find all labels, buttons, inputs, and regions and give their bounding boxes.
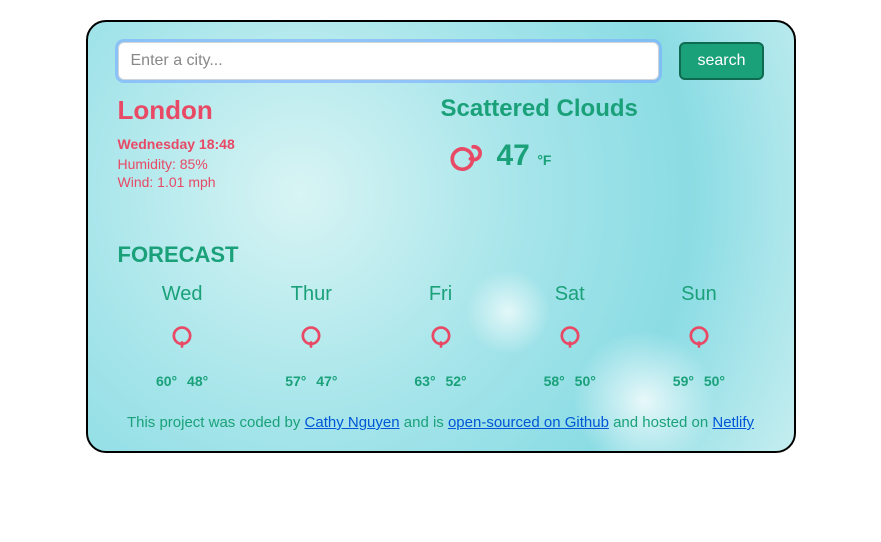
forecast-day-label: Thur bbox=[247, 283, 376, 306]
forecast-day-label: Sat bbox=[505, 283, 634, 306]
current-condition-col: Scattered Clouds 47 °F bbox=[441, 95, 764, 192]
forecast-low: 47° bbox=[316, 373, 337, 389]
humidity-text: Humidity: 85% bbox=[118, 156, 441, 172]
source-link[interactable]: open-sourced on Github bbox=[448, 414, 609, 431]
city-search-input[interactable] bbox=[118, 42, 660, 80]
current-temp-row: 47 °F bbox=[441, 133, 764, 179]
footer-text: and hosted on bbox=[613, 414, 712, 431]
forecast-high: 63° bbox=[414, 373, 435, 389]
wind-text: Wind: 1.01 mph bbox=[118, 174, 441, 190]
author-link[interactable]: Cathy Nguyen bbox=[305, 414, 400, 431]
forecast-day-temps: 58° 50° bbox=[505, 373, 634, 389]
forecast-low: 50° bbox=[704, 373, 725, 389]
cloud-icon bbox=[682, 318, 716, 352]
city-name: London bbox=[118, 95, 441, 126]
cloud-icon bbox=[294, 318, 328, 352]
forecast-day: Sat 58° 50° bbox=[505, 283, 634, 389]
condition-text: Scattered Clouds bbox=[441, 95, 764, 123]
forecast-low: 52° bbox=[445, 373, 466, 389]
footer-credits: This project was coded by Cathy Nguyen a… bbox=[118, 414, 764, 431]
cloud-icon bbox=[424, 318, 458, 352]
forecast-high: 58° bbox=[544, 373, 565, 389]
current-temp: 47 °F bbox=[497, 139, 552, 173]
forecast-day: Thur 57° 47° bbox=[247, 283, 376, 389]
footer-text: This project was coded by bbox=[127, 414, 305, 431]
forecast-day-label: Wed bbox=[118, 283, 247, 306]
forecast-day: Sun 59° 50° bbox=[634, 283, 763, 389]
forecast-day: Fri 63° 52° bbox=[376, 283, 505, 389]
forecast-day-label: Fri bbox=[376, 283, 505, 306]
forecast-day: Wed 60° 48° bbox=[118, 283, 247, 389]
temp-unit: °F bbox=[537, 152, 551, 168]
forecast-low: 48° bbox=[187, 373, 208, 389]
forecast-day-temps: 60° 48° bbox=[118, 373, 247, 389]
forecast-day-temps: 59° 50° bbox=[634, 373, 763, 389]
forecast-day-temps: 63° 52° bbox=[376, 373, 505, 389]
cloud-icon bbox=[441, 133, 487, 179]
forecast-low: 50° bbox=[575, 373, 596, 389]
forecast-day-temps: 57° 47° bbox=[247, 373, 376, 389]
forecast-heading: FORECAST bbox=[118, 242, 764, 268]
footer-text: and is bbox=[404, 414, 448, 431]
search-row: search bbox=[118, 42, 764, 80]
forecast-high: 60° bbox=[156, 373, 177, 389]
weather-app-card: search London Wednesday 18:48 Humidity: … bbox=[86, 20, 796, 453]
forecast-day-label: Sun bbox=[634, 283, 763, 306]
current-weather-row: London Wednesday 18:48 Humidity: 85% Win… bbox=[118, 95, 764, 192]
host-link[interactable]: Netlify bbox=[712, 414, 754, 431]
current-datetime: Wednesday 18:48 bbox=[118, 136, 441, 152]
cloud-icon bbox=[165, 318, 199, 352]
cloud-icon bbox=[553, 318, 587, 352]
current-location-col: London Wednesday 18:48 Humidity: 85% Win… bbox=[118, 95, 441, 192]
forecast-row: Wed 60° 48° Thur 57° 47° Fri bbox=[118, 283, 764, 389]
forecast-high: 59° bbox=[673, 373, 694, 389]
temp-value: 47 bbox=[497, 139, 530, 172]
search-button[interactable]: search bbox=[679, 42, 763, 80]
forecast-high: 57° bbox=[285, 373, 306, 389]
